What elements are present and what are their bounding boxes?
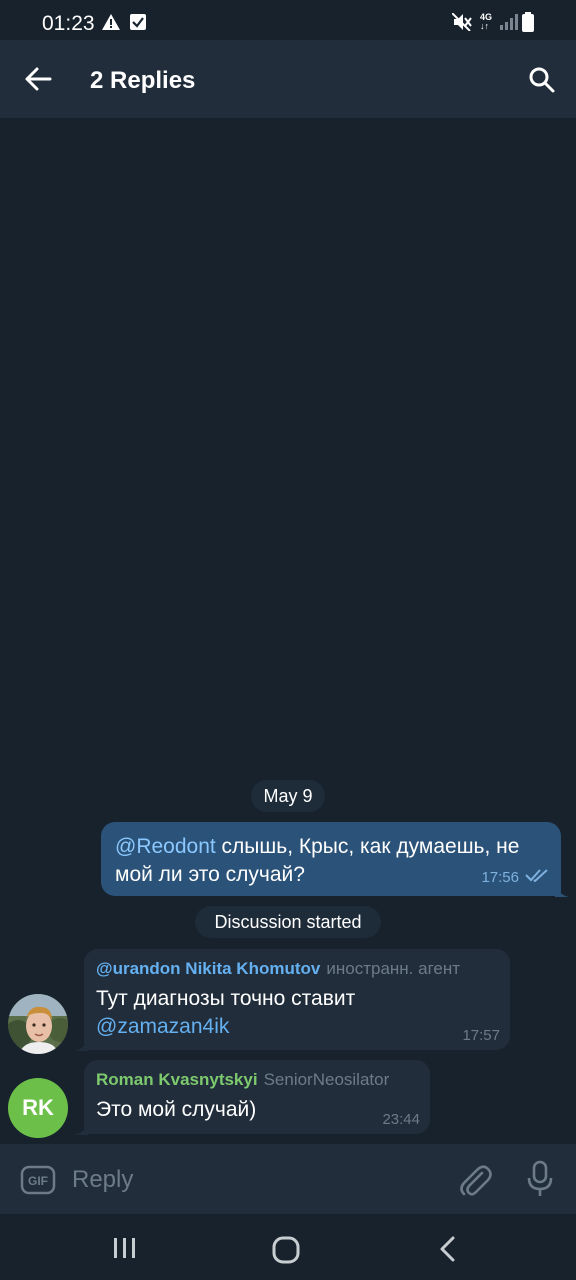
user-photo-avatar[interactable] bbox=[8, 994, 68, 1054]
signal-icon bbox=[500, 14, 518, 35]
message-text: Это мой случай) bbox=[96, 1098, 257, 1121]
back-arrow-icon[interactable] bbox=[24, 66, 52, 97]
mute-icon bbox=[451, 12, 472, 36]
outgoing-message[interactable]: @Reodont слышь, Крыс, как думаешь, не мо… bbox=[101, 822, 561, 896]
bubble-tail bbox=[74, 1038, 88, 1056]
gif-label: GIF bbox=[28, 1174, 48, 1188]
warning-icon bbox=[102, 14, 120, 35]
discussion-started-pill: Discussion started bbox=[195, 906, 381, 938]
bubble-tail bbox=[74, 1122, 88, 1140]
sender-name[interactable]: @urandon Nikita Khomutov bbox=[96, 959, 320, 978]
reply-input-bar: GIF bbox=[0, 1144, 576, 1214]
battery-icon bbox=[522, 12, 534, 37]
system-nav-bar bbox=[0, 1214, 576, 1280]
gif-icon[interactable]: GIF bbox=[20, 1164, 56, 1201]
incoming-message[interactable]: Roman Kvasnytskyi SeniorNeosilator Это мо… bbox=[84, 1060, 430, 1134]
read-double-check-icon bbox=[525, 864, 549, 892]
check-square-icon bbox=[130, 14, 146, 35]
message-time: 17:56 bbox=[481, 869, 519, 886]
sender-role: иностранн. агент bbox=[326, 959, 461, 978]
date-pill: May 9 bbox=[251, 780, 325, 812]
network-type: 4G ↓↑ bbox=[480, 12, 493, 31]
search-icon[interactable] bbox=[528, 66, 556, 99]
message-text: Тут диагнозы точно ставит bbox=[96, 987, 356, 1010]
sender-role: SeniorNeosilator bbox=[263, 1070, 390, 1089]
nav-back-icon[interactable] bbox=[438, 1236, 458, 1267]
microphone-icon[interactable] bbox=[526, 1160, 554, 1203]
sender-name[interactable]: Roman Kvasnytskyi bbox=[96, 1070, 258, 1089]
reply-input[interactable] bbox=[72, 1164, 432, 1196]
message-meta: 17:56 bbox=[481, 864, 549, 892]
bubble-tail bbox=[555, 884, 569, 902]
status-time: 01:23 bbox=[42, 12, 95, 35]
initials-avatar[interactable]: RK bbox=[8, 1078, 68, 1138]
mention-link[interactable]: @zamazan4ik bbox=[96, 1015, 229, 1038]
message-time: 23:44 bbox=[382, 1111, 420, 1128]
network-label: 4G bbox=[480, 12, 493, 22]
page-title: 2 Replies bbox=[90, 67, 196, 94]
recent-apps-icon[interactable] bbox=[112, 1236, 138, 1265]
paperclip-icon[interactable] bbox=[458, 1161, 492, 1204]
home-icon[interactable] bbox=[272, 1236, 300, 1269]
message-list[interactable]: May 9 @Reodont слышь, Крыс, как думаешь,… bbox=[0, 118, 576, 1144]
incoming-message[interactable]: @urandon Nikita Khomutov иностранн. агент… bbox=[84, 949, 510, 1050]
message-time: 17:57 bbox=[462, 1027, 500, 1044]
chat-header: 2 Replies bbox=[0, 40, 576, 118]
mention-link[interactable]: @Reodont bbox=[115, 835, 216, 858]
status-bar: 01:23 4G ↓↑ bbox=[0, 0, 576, 40]
